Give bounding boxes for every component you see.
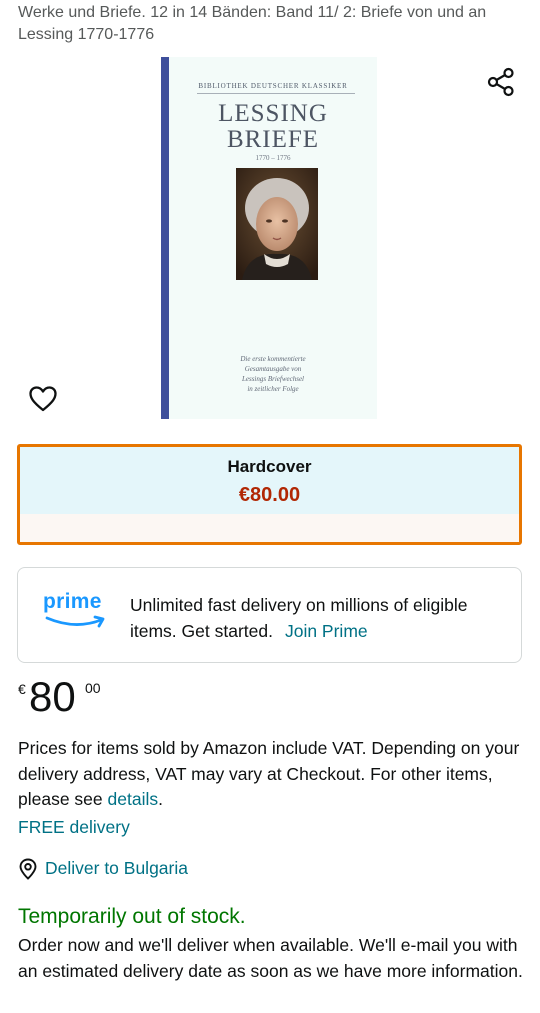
order-note: Order now and we'll deliver when availab… <box>18 935 523 981</box>
stock-status: Temporarily out of stock. <box>18 905 246 928</box>
prime-message: Unlimited fast delivery on millions of e… <box>130 592 490 644</box>
cover-blurb-line: Die erste kommentierte <box>240 355 306 363</box>
vat-suffix: . <box>158 789 163 809</box>
cover-blurb-line: Lessings Briefwechsel <box>241 375 305 383</box>
cover-portrait <box>236 168 318 280</box>
deliver-to-text: Deliver to Bulgaria <box>45 858 188 878</box>
cover-author: LESSING <box>218 100 328 127</box>
location-pin-icon <box>19 858 37 880</box>
format-option-bottom <box>20 514 519 542</box>
cover-blurb: Die erste kommentierte Gesamtausgabe von… <box>169 354 377 394</box>
prime-banner: prime Unlimited fast delivery on million… <box>17 567 522 663</box>
cover-spine <box>161 57 169 419</box>
join-prime-link[interactable]: Join Prime <box>285 621 368 641</box>
format-name: Hardcover <box>227 457 312 476</box>
cover-work: BRIEFE <box>226 126 320 153</box>
share-icon[interactable] <box>485 66 517 98</box>
cover-years: 1770 – 1776 <box>255 154 291 162</box>
free-delivery-link[interactable]: FREE delivery <box>18 817 130 838</box>
prime-smile-icon <box>45 615 105 628</box>
prime-logo-text: prime <box>43 590 102 613</box>
price-fraction: 00 <box>85 680 101 696</box>
product-image[interactable]: Bibliothek Deutscher Klassiker LESSING B… <box>161 57 377 419</box>
price-currency: € <box>18 681 26 697</box>
prime-logo: prime <box>43 590 111 632</box>
vat-notice: Prices for items sold by Amazon include … <box>18 736 528 813</box>
product-title: Werke und Briefe. 12 in 14 Bänden: Band … <box>18 4 487 43</box>
heart-icon[interactable] <box>28 384 58 414</box>
format-price: €80.00 <box>238 484 301 506</box>
cover-series: Bibliothek Deutscher Klassiker <box>198 82 348 90</box>
cover-blurb-line: Gesamtausgabe von <box>244 365 302 373</box>
vat-details-link[interactable]: details <box>108 789 159 809</box>
price-whole: 80 <box>29 673 76 720</box>
vat-text: Prices for items sold by Amazon include … <box>18 738 520 809</box>
format-option-hardcover[interactable]: Hardcover €80.00 <box>17 444 522 545</box>
cover-blurb-line: in zeitlicher Folge <box>247 385 299 393</box>
cover-rule <box>197 93 355 94</box>
